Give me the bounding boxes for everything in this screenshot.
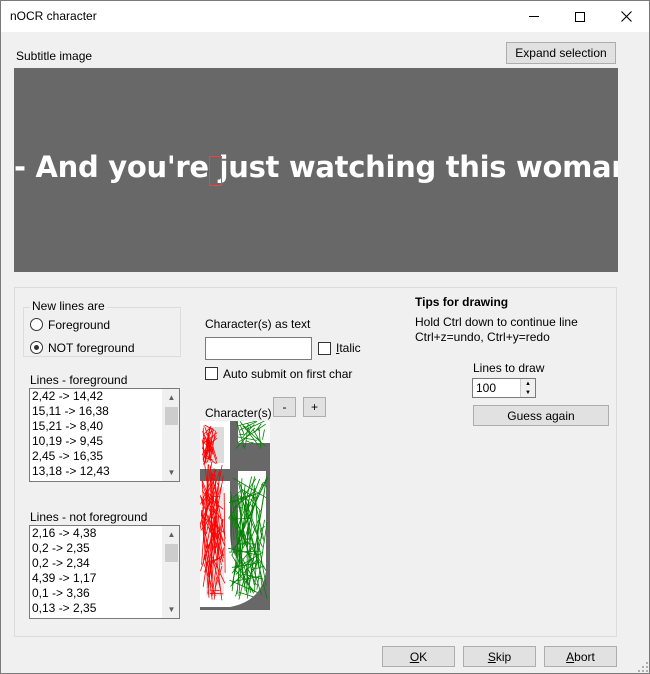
scroll-thumb[interactable]: [165, 544, 178, 562]
lines-not-foreground-list[interactable]: 2,16 -> 4,38 0,2 -> 2,35 0,2 -> 2,34 4,3…: [29, 525, 180, 619]
list-item[interactable]: 15,21 -> 8,40: [30, 419, 179, 434]
list-item[interactable]: 0,13 -> 2,35: [30, 601, 179, 616]
skip-button[interactable]: Skip: [463, 646, 536, 667]
tips-line-2: Ctrl+z=undo, Ctrl+y=redo: [415, 330, 550, 344]
list-item[interactable]: 2,45 -> 16,35: [30, 449, 179, 464]
scroll-down-icon[interactable]: ▼: [163, 601, 179, 618]
subtitle-text: - And you're just watching this woman,: [14, 150, 618, 184]
list-item[interactable]: 0,1 -> 3,36: [30, 586, 179, 601]
italic-checkbox-label[interactable]: Italic: [336, 341, 361, 355]
spinner-up-icon[interactable]: ▲: [520, 379, 535, 388]
lines-foreground-label: Lines - foreground: [30, 373, 128, 387]
tips-title: Tips for drawing: [415, 295, 509, 309]
list-item[interactable]: 4,39 -> 1,17: [30, 571, 179, 586]
lines-foreground-list[interactable]: 2,42 -> 14,42 15,11 -> 16,38 15,21 -> 8,…: [29, 388, 180, 482]
list-item[interactable]: 2,16 -> 4,38: [30, 526, 179, 541]
window-title: nOCR character: [10, 9, 97, 23]
zoom-out-button[interactable]: -: [273, 397, 296, 417]
list-item[interactable]: 13,18 -> 12,43: [30, 464, 179, 479]
lines-to-draw-spinner[interactable]: 100 ▲ ▼: [472, 378, 536, 398]
characters-label: Character(s): [205, 406, 272, 420]
lines-not-foreground-label: Lines - not foreground: [30, 510, 148, 524]
scroll-up-icon[interactable]: ▲: [163, 389, 179, 406]
lines-not-foreground-scrollbar[interactable]: ▲ ▼: [162, 526, 179, 618]
maximize-icon: [575, 11, 585, 22]
lines-foreground-scrollbar[interactable]: ▲ ▼: [162, 389, 179, 481]
maximize-button[interactable]: [557, 1, 603, 32]
auto-submit-checkbox-label[interactable]: Auto submit on first char: [223, 367, 352, 381]
close-button[interactable]: [603, 1, 649, 32]
tips-line-1: Hold Ctrl down to continue line: [415, 315, 578, 329]
not-foreground-radio-label[interactable]: NOT foreground: [48, 341, 135, 355]
subtitle-image-label: Subtitle image: [16, 49, 93, 63]
guess-again-button[interactable]: Guess again: [473, 405, 609, 426]
list-item[interactable]: 2,42 -> 14,42: [30, 389, 179, 404]
nocr-character-window: nOCR character Subtitle image Expand sel…: [0, 0, 650, 674]
character-drawing-canvas[interactable]: [200, 421, 270, 610]
new-lines-group-label: New lines are: [30, 299, 107, 313]
list-item[interactable]: 10,19 -> 9,45: [30, 434, 179, 449]
foreground-radio[interactable]: [30, 318, 43, 331]
scroll-down-icon[interactable]: ▼: [163, 464, 179, 481]
list-item[interactable]: 0,2 -> 2,35: [30, 541, 179, 556]
resize-grip-icon[interactable]: [637, 661, 649, 673]
subtitle-image[interactable]: - And you're just watching this woman,: [14, 68, 618, 272]
italic-checkbox[interactable]: [318, 342, 331, 355]
list-item[interactable]: 0,2 -> 2,34: [30, 556, 179, 571]
expand-selection-button[interactable]: Expand selection: [506, 42, 616, 64]
scroll-thumb[interactable]: [165, 407, 178, 425]
minimize-icon: [529, 16, 539, 17]
character-drawing: [200, 421, 270, 607]
lines-to-draw-label: Lines to draw: [473, 361, 545, 375]
lines-to-draw-value: 100: [476, 381, 497, 395]
minimize-button[interactable]: [511, 1, 557, 32]
close-icon: [620, 11, 632, 22]
spinner-down-icon[interactable]: ▼: [520, 388, 535, 397]
title-bar: nOCR character: [1, 1, 649, 32]
zoom-in-button[interactable]: +: [303, 397, 326, 417]
ok-button[interactable]: OK: [382, 646, 455, 667]
abort-button[interactable]: Abort: [544, 646, 617, 667]
character-text-input[interactable]: [205, 337, 312, 360]
scroll-up-icon[interactable]: ▲: [163, 526, 179, 543]
character-text-label: Character(s) as text: [205, 317, 311, 331]
auto-submit-checkbox[interactable]: [205, 367, 218, 380]
not-foreground-radio[interactable]: [30, 341, 43, 354]
foreground-radio-label[interactable]: Foreground: [48, 318, 110, 332]
selected-character-box: [209, 156, 222, 186]
list-item[interactable]: 15,11 -> 16,38: [30, 404, 179, 419]
